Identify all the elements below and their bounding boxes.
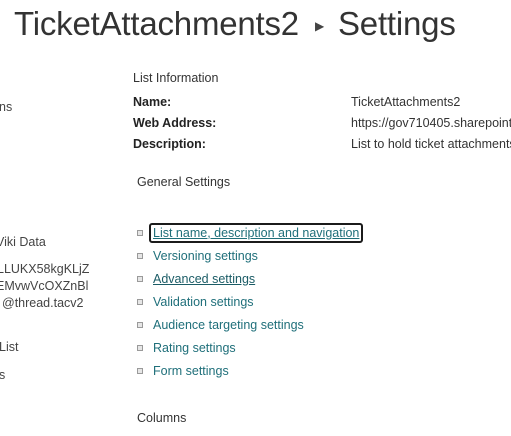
bullet-icon bbox=[137, 275, 143, 282]
description-label: Description: bbox=[133, 137, 206, 151]
columns-heading: Columns bbox=[137, 411, 187, 425]
bullet-icon bbox=[137, 298, 143, 305]
list-item: Advanced settings bbox=[137, 267, 363, 290]
list-item: Audience targeting settings bbox=[137, 313, 363, 336]
rating-settings-link[interactable]: Rating settings bbox=[149, 338, 240, 358]
advanced-settings-link[interactable]: Advanced settings bbox=[149, 269, 259, 289]
description-value: List to hold ticket attachments bbox=[351, 137, 511, 151]
bullet-icon bbox=[137, 229, 143, 236]
nav-item[interactable]: List bbox=[0, 340, 18, 354]
nav-item-text[interactable]: @thread.tacv2 bbox=[2, 296, 83, 310]
bullet-icon bbox=[137, 367, 143, 374]
list-item: Form settings bbox=[137, 359, 363, 382]
list-item: Rating settings bbox=[137, 336, 363, 359]
name-label: Name: bbox=[133, 95, 172, 109]
web-address-value: https://gov710405.sharepoint bbox=[351, 116, 511, 130]
name-value: TicketAttachments2 bbox=[351, 95, 461, 109]
nav-item[interactable]: ns bbox=[0, 100, 12, 114]
list-item: List name, description and navigation bbox=[137, 221, 364, 244]
validation-settings-link[interactable]: Validation settings bbox=[149, 292, 258, 312]
versioning-settings-link[interactable]: Versioning settings bbox=[149, 246, 262, 266]
list-information-heading: List Information bbox=[133, 71, 219, 85]
list-item: Versioning settings bbox=[137, 244, 363, 267]
audience-targeting-settings-link[interactable]: Audience targeting settings bbox=[149, 315, 308, 335]
page-title: TicketAttachments2 ▶ Settings bbox=[14, 2, 456, 46]
list-item: Validation settings bbox=[137, 290, 363, 313]
breadcrumb-current-page: Settings bbox=[338, 5, 456, 42]
nav-item-text[interactable]: LLUKX58kgKLjZ bbox=[0, 262, 89, 276]
quick-launch-nav: ns Viki Data LLUKX58kgKLjZ EMvwVcOXZnBl … bbox=[0, 0, 120, 436]
nav-item-text[interactable]: EMvwVcOXZnBl bbox=[0, 279, 88, 293]
breadcrumb-list-name[interactable]: TicketAttachments2 bbox=[14, 5, 299, 43]
settings-page: ns Viki Data LLUKX58kgKLjZ EMvwVcOXZnBl … bbox=[0, 0, 511, 436]
breadcrumb-separator-icon: ▶ bbox=[314, 19, 324, 33]
general-settings-list: List name, description and navigation Ve… bbox=[137, 221, 364, 382]
list-name-description-navigation-link[interactable]: List name, description and navigation bbox=[149, 222, 364, 243]
bullet-icon bbox=[137, 252, 143, 259]
bullet-icon bbox=[137, 344, 143, 351]
web-address-label: Web Address: bbox=[133, 116, 217, 130]
nav-item[interactable]: Viki Data bbox=[0, 235, 46, 249]
bullet-icon bbox=[137, 321, 143, 328]
form-settings-link[interactable]: Form settings bbox=[149, 361, 233, 381]
general-settings-heading: General Settings bbox=[137, 175, 231, 189]
nav-item[interactable]: s bbox=[0, 368, 5, 382]
